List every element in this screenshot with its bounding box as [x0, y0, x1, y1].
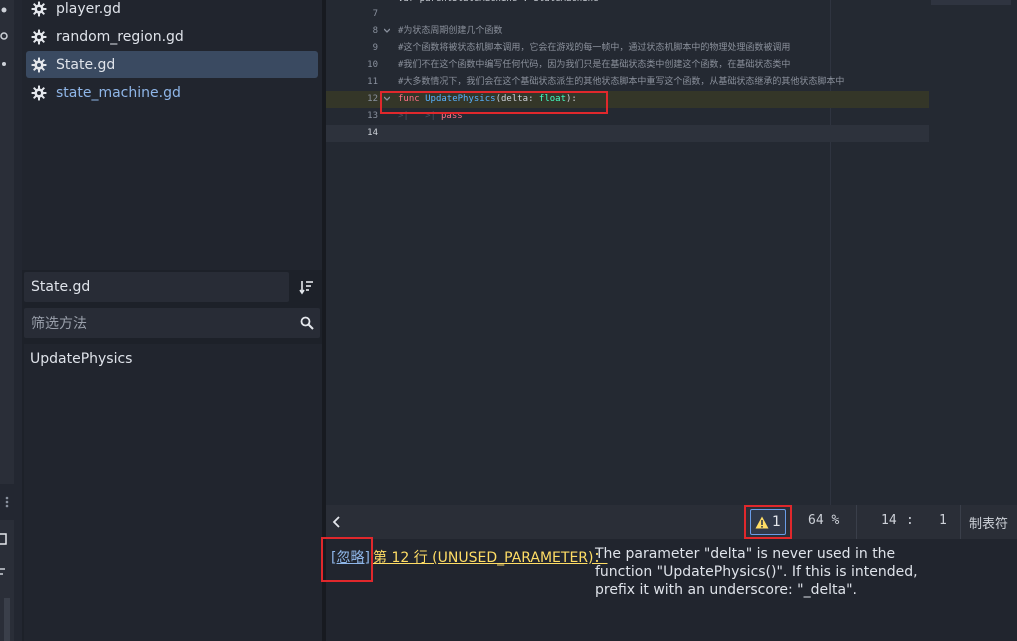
gear-icon: [31, 57, 47, 72]
highlight-ignore-box: [321, 537, 373, 582]
line-number: 7: [372, 9, 378, 19]
code-editor[interactable]: var parentStateMachine : StateMachine 7 …: [326, 0, 1017, 505]
dock-dot-icon[interactable]: [0, 4, 12, 16]
code-line: 9 #这个函数将被状态机脚本调用，它会在游戏的每一帧中，通过状态机脚本中的物理处…: [326, 40, 929, 57]
script-label: player.gd: [56, 0, 121, 17]
code-line: 11 #大多数情况下，我们会在这个基础状态派生的其他状态脚本中重写这个函数，从基…: [326, 74, 929, 91]
warnings-button[interactable]: 1: [750, 509, 786, 535]
comment-text: #为状态周期创建几个函数: [398, 26, 503, 36]
script-label: random_region.gd: [56, 28, 184, 45]
line-number: 14: [367, 128, 378, 138]
left-dock-strip: [0, 0, 22, 641]
minimap[interactable]: [931, 0, 1011, 5]
sort-icon: [299, 281, 313, 295]
zoom-level[interactable]: 64 %: [808, 513, 839, 528]
line-number: 12: [367, 94, 378, 104]
comment-text: #大多数情况下，我们会在这个基础状态派生的其他状态脚本中重写这个函数，从基础状态…: [398, 77, 845, 87]
script-item-random-region[interactable]: random_region.gd: [26, 23, 318, 50]
indent-mode[interactable]: 制表符: [969, 513, 1008, 532]
cursor-separator: :: [906, 513, 914, 528]
editor-status-bar: 1 64 % 14 : 1 制表符: [326, 505, 1017, 539]
chevron-left-icon[interactable]: [332, 515, 342, 529]
warning-location-link[interactable]: 第 12 行 (UNUSED_PARAMETER)：: [373, 547, 607, 567]
method-filter-input[interactable]: 筛选方法: [24, 308, 320, 338]
dock-slot-top: [0, 0, 14, 484]
script-list-panel: player.gd random_region.gd State.gd stat…: [22, 0, 322, 270]
line-number: 10: [367, 60, 378, 70]
script-label: state_machine.gd: [56, 84, 181, 101]
gear-icon: [31, 85, 47, 100]
current-script-name: State.gd: [24, 272, 289, 302]
line-number: 11: [367, 77, 378, 87]
code-line: 8 #为状态周期创建几个函数: [326, 23, 929, 40]
dock-scrollbar[interactable]: [4, 598, 10, 641]
filter-placeholder: 筛选方法: [31, 316, 87, 332]
line-number: 9: [372, 43, 378, 53]
dock-file-icon[interactable]: [0, 533, 12, 545]
drag-handle-icon[interactable]: [0, 496, 12, 508]
cursor-line: 14: [881, 513, 897, 528]
script-list: player.gd random_region.gd State.gd stat…: [22, 0, 318, 270]
dock-lines-icon[interactable]: [0, 566, 12, 578]
status-divider: [856, 505, 857, 539]
line-number: 13: [367, 111, 378, 121]
comment-text: #我们不在这个函数中编写任何代码，因为我们只是在基础状态类中创建这个函数，在基础…: [398, 60, 791, 70]
highlight-func-box: [380, 91, 608, 114]
fold-arrow-icon[interactable]: [384, 28, 390, 34]
search-icon: [300, 316, 314, 330]
script-item-player[interactable]: player.gd: [26, 0, 318, 22]
warning-message: The parameter "delta" is never used in t…: [595, 546, 918, 598]
status-divider: [960, 505, 961, 539]
dock-ring-icon[interactable]: [0, 30, 12, 42]
method-panel: State.gd 筛选方法 UpdatePhysics: [22, 270, 322, 641]
script-item-state[interactable]: State.gd: [26, 51, 318, 78]
warning-icon: [755, 516, 769, 528]
script-item-state-machine[interactable]: state_machine.gd: [26, 79, 318, 106]
warning-count: 1: [772, 514, 781, 530]
method-list: UpdatePhysics: [24, 344, 322, 641]
gear-icon: [31, 1, 47, 16]
comment-text: #这个函数将被状态机脚本调用，它会在游戏的每一帧中，通过状态机脚本中的物理处理函…: [398, 43, 791, 53]
cursor-column: 1: [939, 513, 947, 528]
line-number: 8: [372, 26, 378, 36]
sort-button[interactable]: [294, 274, 320, 300]
code-line: 7: [326, 6, 929, 23]
script-label: State.gd: [56, 56, 116, 73]
method-item-update-physics[interactable]: UpdatePhysics: [30, 351, 132, 367]
warnings-panel: [忽略] 第 12 行 (UNUSED_PARAMETER)： The para…: [321, 537, 1017, 641]
gear-icon: [31, 29, 47, 44]
code-line-current: 14: [326, 125, 929, 142]
code-line: 10 #我们不在这个函数中编写任何代码，因为我们只是在基础状态类中创建这个函数，…: [326, 57, 929, 74]
current-script-label: State.gd: [31, 279, 91, 295]
dock-dot-icon-2[interactable]: [0, 58, 12, 70]
